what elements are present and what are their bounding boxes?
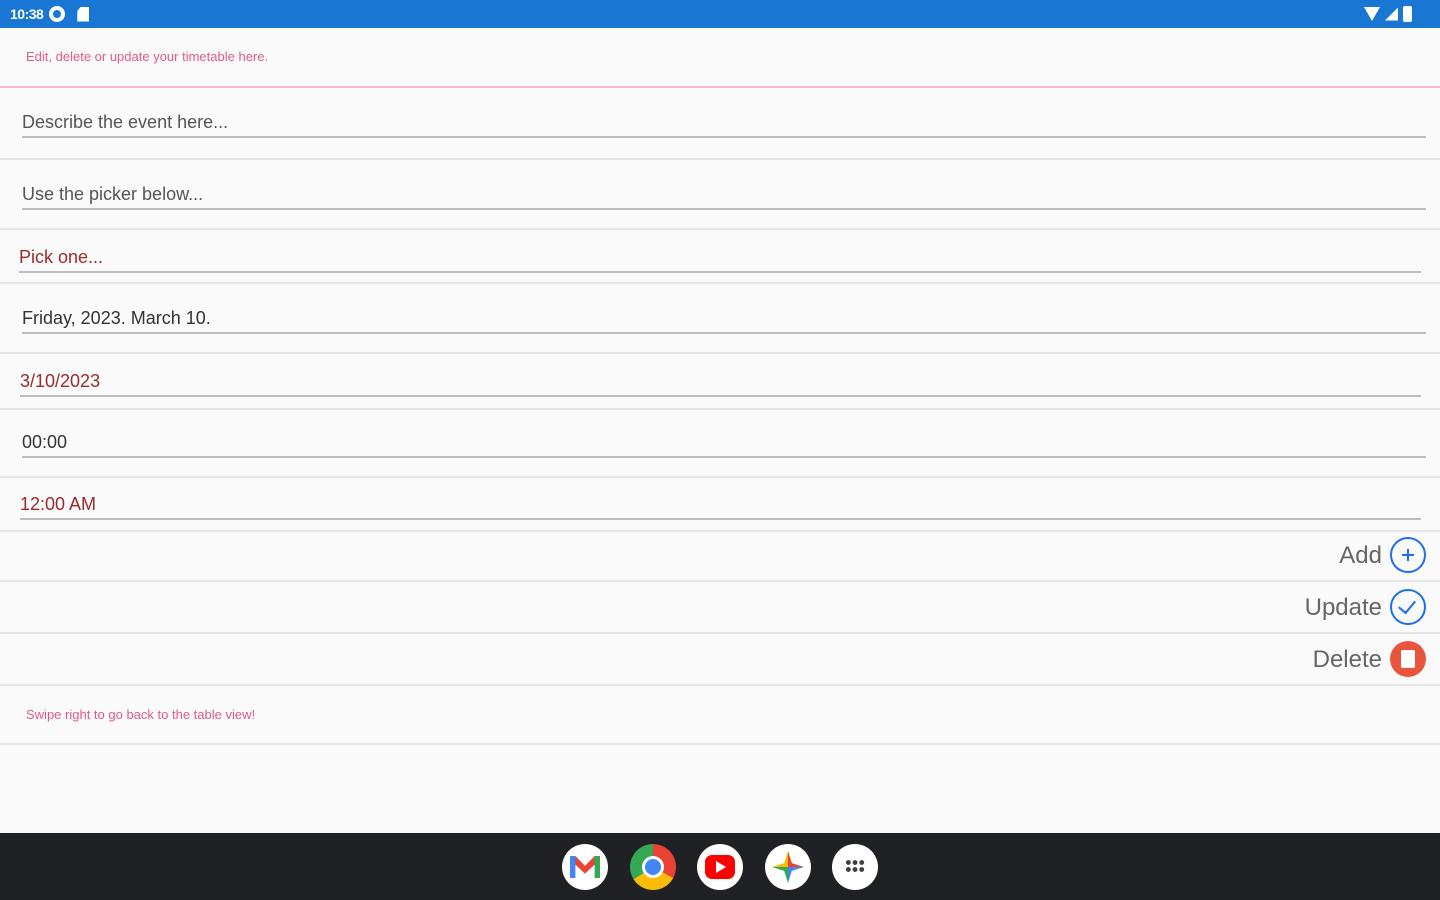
sd-card-icon — [77, 6, 90, 22]
picker-hint-input[interactable]: Use the picker below... — [22, 184, 203, 205]
status-bar: 10:38 — [0, 0, 1440, 28]
footer-divider — [0, 743, 1440, 745]
date-long-underline — [22, 332, 1426, 334]
gmail-glyph — [570, 856, 600, 878]
chrome-glyph — [642, 856, 664, 878]
app-launcher-icon[interactable] — [832, 844, 878, 890]
date-picker-underline — [20, 395, 1421, 397]
check-circle-icon[interactable] — [1390, 589, 1426, 625]
trash-icon[interactable] — [1390, 641, 1426, 677]
youtube-icon[interactable] — [697, 844, 743, 890]
status-time: 10:38 — [10, 6, 44, 22]
battery-icon — [1403, 6, 1412, 22]
pick-one-underline — [19, 271, 1421, 273]
footer-caption: Swipe right to go back to the table view… — [26, 707, 256, 722]
time-picker-row: 12:00 AM — [0, 478, 1440, 532]
delete-label: Delete — [1312, 646, 1382, 673]
status-indicators — [1364, 6, 1412, 22]
add-label: Add — [1339, 542, 1382, 569]
description-input[interactable]: Describe the event here... — [22, 112, 228, 133]
signal-icon — [1385, 7, 1398, 21]
settings-icon — [49, 6, 66, 22]
delete-button[interactable]: Delete — [0, 634, 1440, 686]
launcher-glyph — [845, 859, 865, 873]
date-picker-row: 3/10/2023 — [0, 354, 1440, 410]
time-24-row: 00:00 — [0, 410, 1440, 478]
update-label: Update — [1304, 594, 1382, 621]
gmail-icon[interactable] — [562, 844, 608, 890]
description-underline — [22, 136, 1426, 138]
time-24-underline — [22, 456, 1426, 458]
time-24-field[interactable]: 00:00 — [22, 432, 67, 453]
add-circle-icon[interactable] — [1390, 537, 1426, 573]
youtube-glyph — [705, 855, 735, 879]
date-long-row: Friday, 2023. March 10. — [0, 284, 1440, 354]
picker-hint-row: Use the picker below... — [0, 160, 1440, 230]
date-long-field[interactable]: Friday, 2023. March 10. — [22, 308, 211, 329]
update-button[interactable]: Update — [0, 582, 1440, 634]
photos-glyph — [772, 851, 804, 883]
picker-hint-underline — [22, 208, 1426, 210]
wifi-icon — [1364, 7, 1380, 21]
add-button[interactable]: Add — [0, 530, 1440, 582]
description-row: Describe the event here... — [0, 88, 1440, 160]
pick-one-row: Pick one... — [0, 230, 1440, 284]
photos-icon[interactable] — [765, 844, 811, 890]
chrome-icon[interactable] — [630, 844, 676, 890]
taskbar — [0, 833, 1440, 900]
time-picker-underline — [20, 518, 1421, 520]
header-caption: Edit, delete or update your timetable he… — [26, 49, 269, 64]
pick-one-picker[interactable]: Pick one... — [19, 247, 103, 268]
time-picker[interactable]: 12:00 AM — [20, 494, 96, 515]
date-picker[interactable]: 3/10/2023 — [20, 371, 100, 392]
